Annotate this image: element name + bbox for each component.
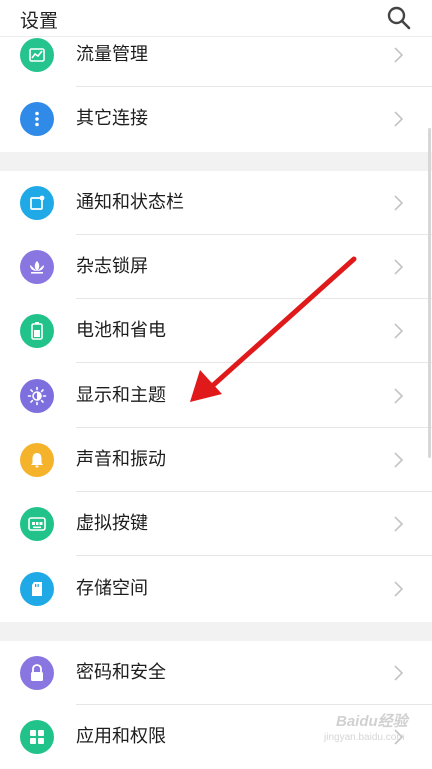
chevron-right-icon bbox=[394, 259, 404, 275]
settings-list: 流量管理其它连接通知和状态栏 杂志锁屏电池和省电显示和主题声音和振动虚拟按键存储空… bbox=[0, 0, 432, 769]
search-icon[interactable] bbox=[386, 5, 412, 31]
page-title: 设置 bbox=[20, 10, 59, 32]
settings-row-label: 通知和状态栏 bbox=[76, 192, 184, 213]
chevron-right-icon bbox=[394, 195, 404, 211]
settings-row[interactable]: 其它连接 bbox=[0, 87, 432, 151]
chevron-right-icon bbox=[394, 581, 404, 597]
settings-row[interactable]: 通知和状态栏 bbox=[0, 171, 432, 235]
settings-row-label: 电池和省电 bbox=[76, 320, 166, 341]
settings-row[interactable]: 声音和振动 bbox=[0, 428, 432, 492]
more-dots-icon bbox=[20, 102, 54, 136]
settings-row[interactable]: 电池和省电 bbox=[0, 299, 432, 363]
apps-grid-icon bbox=[20, 720, 54, 754]
chart-icon bbox=[20, 38, 54, 72]
scrollbar[interactable] bbox=[428, 128, 431, 458]
chevron-right-icon bbox=[394, 665, 404, 681]
chevron-right-icon bbox=[394, 516, 404, 532]
sd-card-icon bbox=[20, 572, 54, 606]
row-divider bbox=[76, 555, 432, 556]
watermark: Baidu经验 jingyan.baidu.com bbox=[314, 710, 426, 746]
chevron-right-icon bbox=[394, 111, 404, 127]
section-separator bbox=[0, 622, 432, 641]
settings-row-label: 流量管理 bbox=[76, 44, 148, 65]
settings-row-label: 虚拟按键 bbox=[76, 513, 148, 534]
settings-row[interactable]: 显示和主题 bbox=[0, 364, 432, 428]
chevron-right-icon bbox=[394, 47, 404, 63]
watermark-text: Baidu经验 bbox=[336, 713, 408, 730]
brightness-icon bbox=[20, 379, 54, 413]
settings-row[interactable]: 虚拟按键 bbox=[0, 492, 432, 556]
lock-icon bbox=[20, 656, 54, 690]
chevron-right-icon bbox=[394, 388, 404, 404]
virtual-keys-icon bbox=[20, 507, 54, 541]
chevron-right-icon bbox=[394, 323, 404, 339]
settings-row-label: 应用和权限 bbox=[76, 726, 166, 747]
section-separator bbox=[0, 152, 432, 171]
settings-row-label: 其它连接 bbox=[76, 108, 148, 129]
settings-row[interactable]: 密码和安全 bbox=[0, 641, 432, 705]
chevron-right-icon bbox=[394, 452, 404, 468]
notification-icon bbox=[20, 186, 54, 220]
settings-row-label: 显示和主题 bbox=[76, 385, 166, 406]
lotus-icon bbox=[20, 250, 54, 284]
row-divider bbox=[76, 362, 432, 363]
settings-row-label: 存储空间 bbox=[76, 578, 148, 599]
settings-row-label: 声音和振动 bbox=[76, 449, 166, 470]
bell-icon bbox=[20, 443, 54, 477]
settings-row[interactable]: 存储空间 bbox=[0, 557, 432, 621]
settings-row[interactable]: 杂志锁屏 bbox=[0, 235, 432, 299]
battery-icon bbox=[20, 314, 54, 348]
settings-row-label: 杂志锁屏 bbox=[76, 256, 148, 277]
settings-row-label: 密码和安全 bbox=[76, 662, 166, 683]
watermark-url: jingyan.baidu.com bbox=[324, 732, 405, 743]
top-bar: 设置 bbox=[0, 0, 432, 37]
